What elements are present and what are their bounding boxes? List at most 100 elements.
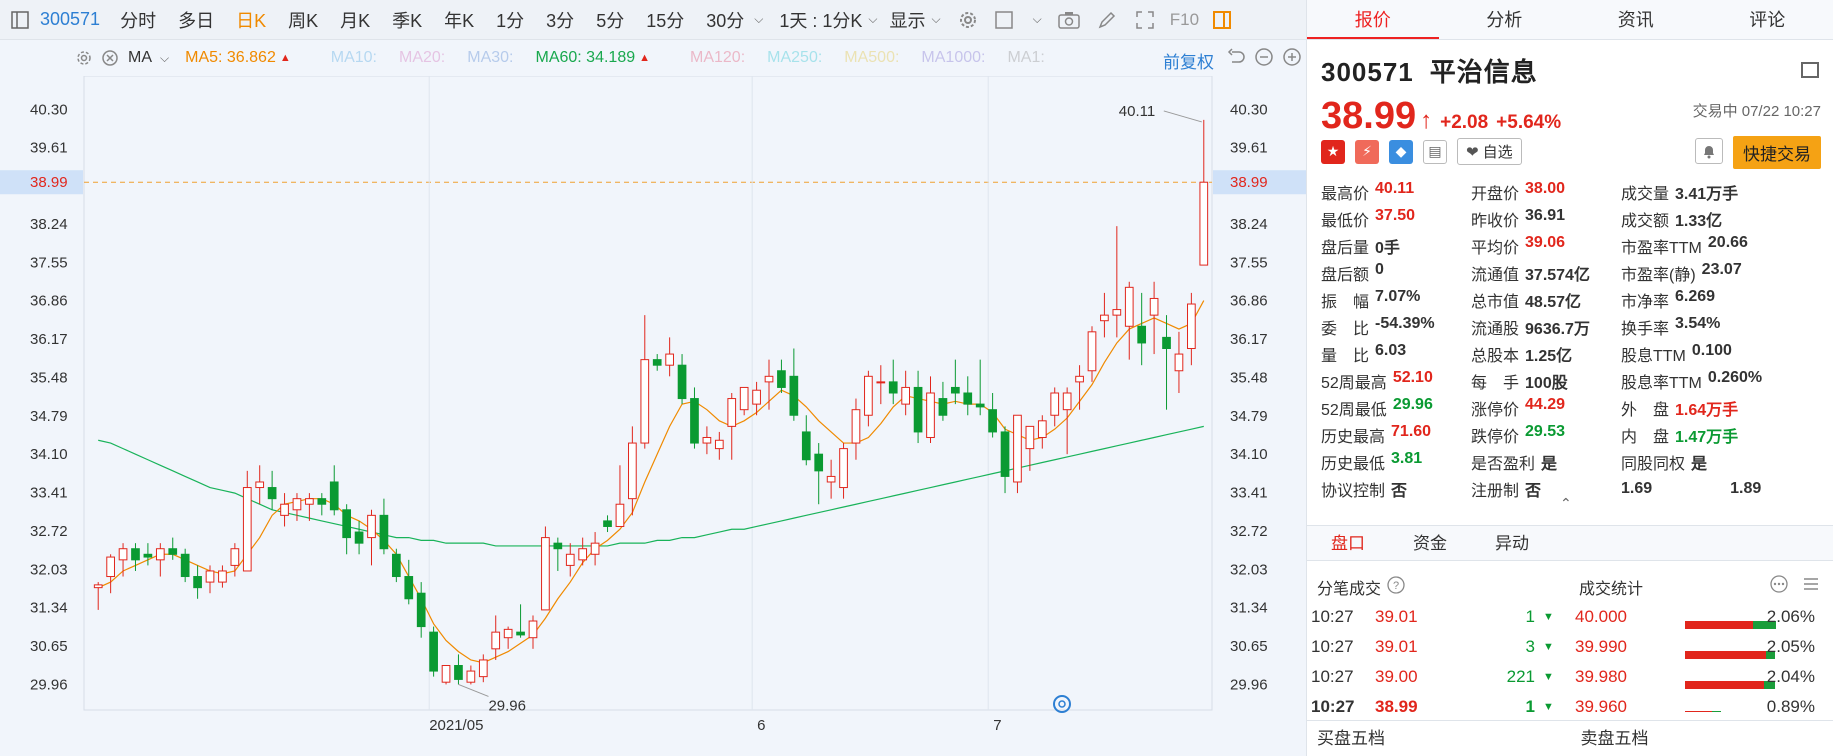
candle-down (416, 592, 426, 628)
info-row: 协议控制否注册制否 1.69 1.89 (1321, 475, 1826, 502)
x-tick-label: 7 (993, 717, 1001, 734)
panel-layout-toggle-icon[interactable] (1801, 62, 1819, 78)
tab-buy-levels[interactable]: 买盘五档 (1307, 721, 1571, 756)
sidebar-toggle-icon[interactable] (0, 0, 40, 40)
ma5-label: MA5: 36.862 (185, 49, 276, 66)
candle-up (155, 548, 165, 561)
period-monthly-k[interactable]: 月K (340, 7, 370, 33)
info-row: 最高价 40.11 开盘价 38.00 成交量 3.41万手 (1321, 178, 1826, 205)
tab-sell-levels[interactable]: 卖盘五档 (1571, 721, 1833, 756)
stat-row: 40.000 2.06% (1575, 602, 1825, 632)
period-5min[interactable]: 5分 (596, 7, 624, 33)
ticks-title: 分笔成交 (1317, 581, 1382, 598)
period-3min[interactable]: 3分 (546, 7, 574, 33)
ma-chevron-icon[interactable]: ⌵ (160, 51, 169, 66)
stock-code-label[interactable]: 300571 (40, 9, 100, 30)
candle-down (143, 553, 153, 558)
tab-news[interactable]: 资讯 (1570, 0, 1702, 39)
trading-status: 交易中 07/22 10:27 (1692, 103, 1821, 120)
info-row: 历史最低 3.81 是否盈利是同股同权是 (1321, 448, 1826, 475)
period-more-chevron-icon[interactable]: ⌵ (754, 12, 763, 27)
stat-price: 40.000 (1575, 607, 1627, 626)
tick-list[interactable]: 10:27 39.01 1 ▼ 10:27 39.01 3 ▼ 10:27 39.00 221 ▼ 10… (1311, 602, 1561, 712)
undo-icon[interactable] (1226, 47, 1246, 72)
info-label: 外 盘 (1621, 401, 1670, 419)
info-cell: 市盈率TTM 20.66 (1621, 234, 1781, 258)
price-adjust-toggle[interactable]: 前复权 (1163, 48, 1214, 73)
candle-up (1149, 297, 1159, 316)
quick-trade-button[interactable]: 快捷交易 (1733, 136, 1821, 169)
candlestick-plot[interactable]: 40.30 40.30 39.61 39.61 38.99 38.99 38.24 38.24… (0, 76, 1306, 756)
info-cell: 股息率TTM 0.260% (1621, 369, 1781, 393)
collapse-chevron-icon[interactable]: ⌃ (1560, 495, 1572, 512)
info-label: 注册制 (1471, 482, 1520, 500)
candle-up (466, 670, 476, 683)
info-cell: 同股同权是 (1621, 450, 1781, 474)
period-1min[interactable]: 1分 (496, 7, 524, 33)
period-yearly-k[interactable]: 年K (444, 7, 474, 33)
period-multiday[interactable]: 多日 (178, 7, 214, 33)
settings-gear-icon[interactable] (955, 7, 981, 33)
list-icon[interactable] (1801, 574, 1821, 599)
display-menu[interactable]: 显示 (890, 7, 926, 33)
stat-percent: 2.05% (1766, 637, 1815, 656)
candle-up (1075, 375, 1084, 383)
candle-down (391, 553, 401, 578)
zoom-out-icon[interactable] (1254, 47, 1274, 72)
display-chevron-icon[interactable]: ⌵ (932, 12, 941, 27)
zoom-in-icon[interactable] (1282, 47, 1302, 72)
ma60-label: MA60: 34.189 (535, 49, 636, 66)
china-flag-icon[interactable]: ★ (1321, 139, 1345, 164)
period-15min[interactable]: 15分 (646, 7, 684, 33)
margin-trading-icon[interactable]: ⚡ (1355, 139, 1379, 164)
candle-down (913, 386, 923, 433)
candle-down (963, 392, 973, 405)
add-watchlist-button[interactable]: ❤ 自选 (1457, 138, 1522, 165)
candle-down (180, 553, 190, 578)
volume-stats-list[interactable]: 40.000 2.06% 39.990 2.05% 39.980 2.04% 39.960 0… (1575, 602, 1825, 712)
frame-chevron-icon[interactable]: ⌵ (1033, 12, 1042, 27)
info-label: 跌停价 (1471, 428, 1520, 446)
notes-icon[interactable]: ▤ (1423, 139, 1447, 164)
tab-comments[interactable]: 评论 (1702, 0, 1833, 39)
alert-bell-icon[interactable] (1695, 138, 1723, 164)
candle-down (888, 381, 898, 394)
f10-button[interactable]: F10 (1170, 10, 1199, 30)
panel-layout-icon[interactable] (1209, 7, 1235, 33)
more-icon[interactable] (1769, 574, 1789, 599)
stock-name: 平治信息 (1429, 57, 1538, 87)
tab-quote[interactable]: 报价 (1307, 0, 1439, 39)
tab-analysis[interactable]: 分析 (1439, 0, 1571, 39)
stock-badges: ★ ⚡ ◆ ▤ ❤ 自选 (1321, 138, 1522, 165)
draw-pen-icon[interactable] (1094, 7, 1120, 33)
info-value: 1.89 (1730, 479, 1762, 497)
info-value: 0手 (1375, 239, 1400, 257)
period-30min[interactable]: 30分 (706, 7, 744, 33)
tab-fund-flow[interactable]: 资金 (1389, 526, 1471, 560)
y-tick-label-left: 34.10 (30, 446, 68, 463)
info-cell: 成交额 1.33亿 (1621, 207, 1781, 231)
interval-selector[interactable]: 1天 : 1分K (779, 7, 862, 33)
candle-up (665, 353, 674, 366)
period-intraday[interactable]: 分时 (120, 7, 156, 33)
help-icon[interactable]: ? (1387, 575, 1405, 599)
candle-up (851, 409, 861, 444)
fullscreen-icon[interactable] (1132, 7, 1158, 33)
period-daily-k[interactable]: 日K (236, 7, 266, 33)
tick-volume: 1 (1525, 607, 1535, 626)
period-weekly-k[interactable]: 周K (288, 7, 318, 33)
interval-chevron-icon[interactable]: ⌵ (868, 12, 877, 27)
tab-orderbook[interactable]: 盘口 (1307, 526, 1389, 560)
ma-settings-icon[interactable] (74, 45, 94, 71)
tag-icon[interactable]: ◆ (1389, 139, 1413, 164)
frame-select-icon[interactable] (993, 7, 1019, 33)
period-quarterly-k[interactable]: 季K (392, 7, 422, 33)
info-cell: 外 盘 1.64万手 (1621, 396, 1781, 420)
ma-indicator-select[interactable]: MA (128, 49, 152, 67)
tab-unusual[interactable]: 异动 (1471, 526, 1553, 560)
camera-icon[interactable] (1056, 7, 1082, 33)
info-value: 6.269 (1675, 287, 1716, 305)
kline-chart-area[interactable]: MA ⌵ MA5: 36.862 ▲ MA10: MA20: MA30: MA6… (0, 40, 1306, 756)
info-label: 涨停价 (1471, 401, 1520, 419)
ma-close-icon[interactable] (100, 45, 120, 71)
